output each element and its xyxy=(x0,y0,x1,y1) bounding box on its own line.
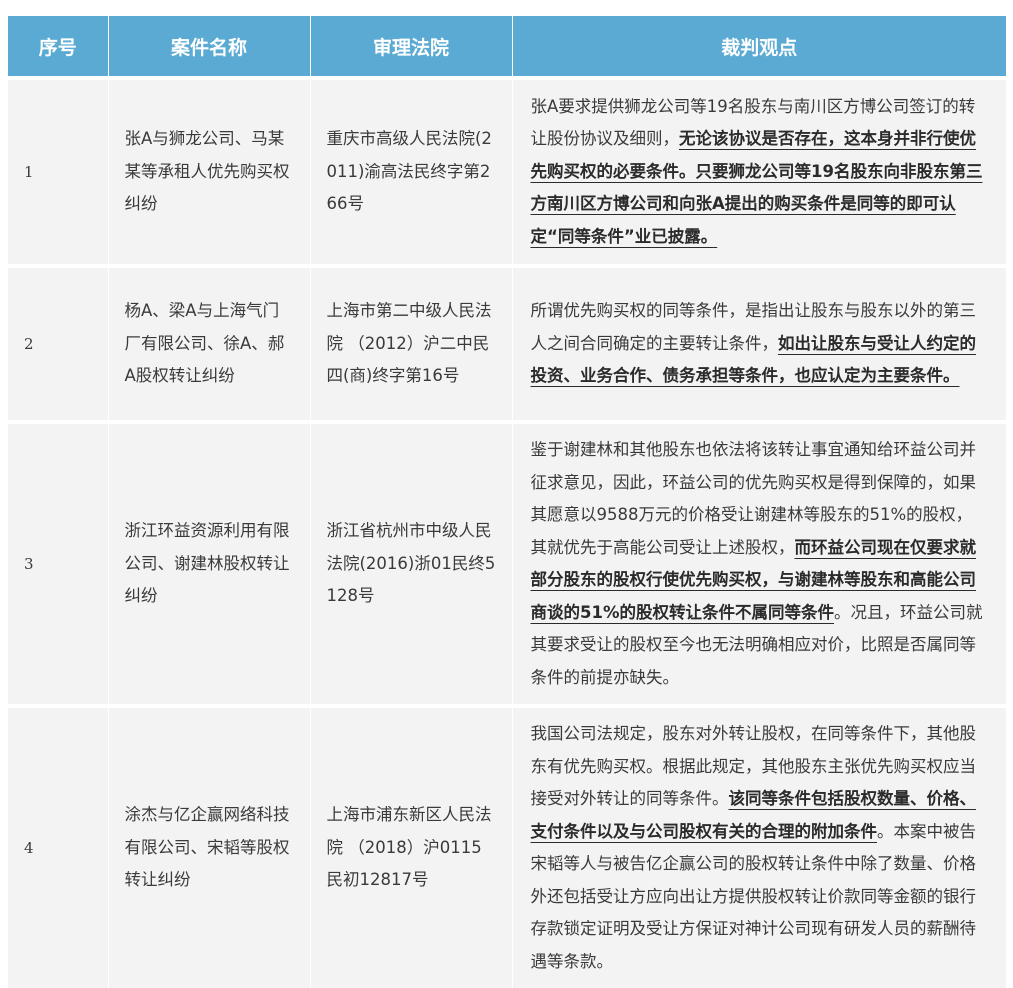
table-row: 1 张A与狮龙公司、马某某等承租人优先购买权纠纷 重庆市高级人民法院(2011)… xyxy=(8,76,1006,266)
header-ruling: 裁判观点 xyxy=(512,16,1006,78)
row-ruling: 张A要求提供狮龙公司等19名股东与南川区方博公司签订的转让股份协议及细则，无论该… xyxy=(512,76,1006,266)
table-body: 1 张A与狮龙公司、马某某等承租人优先购买权纠纷 重庆市高级人民法院(2011)… xyxy=(8,76,1006,988)
table-row: 3 浙江环益资源利用有限公司、谢建林股权转让纠纷 浙江省杭州市中级人民法院(20… xyxy=(8,420,1006,706)
row-ruling: 所谓优先购买权的同等条件，是指出让股东与股东以外的第三人之间合同确定的主要转让条… xyxy=(512,264,1006,422)
ruling-text-tail: 。本案中被告宋韬等人与被告亿企赢公司的股权转让条件中除了数量、价格外还包括受让方… xyxy=(530,821,977,971)
row-court: 上海市浦东新区人民法院 （2018）沪0115民初12817号 xyxy=(310,704,513,988)
row-index: 4 xyxy=(8,704,109,988)
row-court: 上海市第二中级人民法院 （2012）沪二中民四(商)终字第16号 xyxy=(310,264,513,422)
table-row: 4 涂杰与亿企赢网络科技有限公司、宋韬等股权转让纠纷 上海市浦东新区人民法院 （… xyxy=(8,704,1006,988)
case-table-container: 序号 案件名称 审理法院 裁判观点 1 张A与狮龙公司、马某某等承租人优先购买权… xyxy=(8,16,1006,988)
row-case-name: 杨A、梁A与上海气门厂有限公司、徐A、郝A股权转让纠纷 xyxy=(108,264,311,422)
header-index: 序号 xyxy=(8,16,109,78)
header-court: 审理法院 xyxy=(310,16,513,78)
header-case-name: 案件名称 xyxy=(108,16,311,78)
case-table: 序号 案件名称 审理法院 裁判观点 1 张A与狮龙公司、马某某等承租人优先购买权… xyxy=(8,16,1006,988)
row-court: 浙江省杭州市中级人民法院(2016)浙01民终5128号 xyxy=(310,420,513,706)
header-row: 序号 案件名称 审理法院 裁判观点 xyxy=(8,16,1006,78)
table-row: 2 杨A、梁A与上海气门厂有限公司、徐A、郝A股权转让纠纷 上海市第二中级人民法… xyxy=(8,264,1006,422)
row-case-name: 张A与狮龙公司、马某某等承租人优先购买权纠纷 xyxy=(108,76,311,266)
row-case-name: 浙江环益资源利用有限公司、谢建林股权转让纠纷 xyxy=(108,420,311,706)
row-index: 1 xyxy=(8,76,109,266)
row-index: 2 xyxy=(8,264,109,422)
row-ruling: 我国公司法规定，股东对外转让股权，在同等条件下，其他股东有优先购买权。根据此规定… xyxy=(512,704,1006,988)
row-court: 重庆市高级人民法院(2011)渝高法民终字第266号 xyxy=(310,76,513,266)
row-index: 3 xyxy=(8,420,109,706)
table-header: 序号 案件名称 审理法院 裁判观点 xyxy=(8,16,1006,78)
row-ruling: 鉴于谢建林和其他股东也依法将该转让事宜通知给环益公司并征求意见，因此，环益公司的… xyxy=(512,420,1006,706)
row-case-name: 涂杰与亿企赢网络科技有限公司、宋韬等股权转让纠纷 xyxy=(108,704,311,988)
